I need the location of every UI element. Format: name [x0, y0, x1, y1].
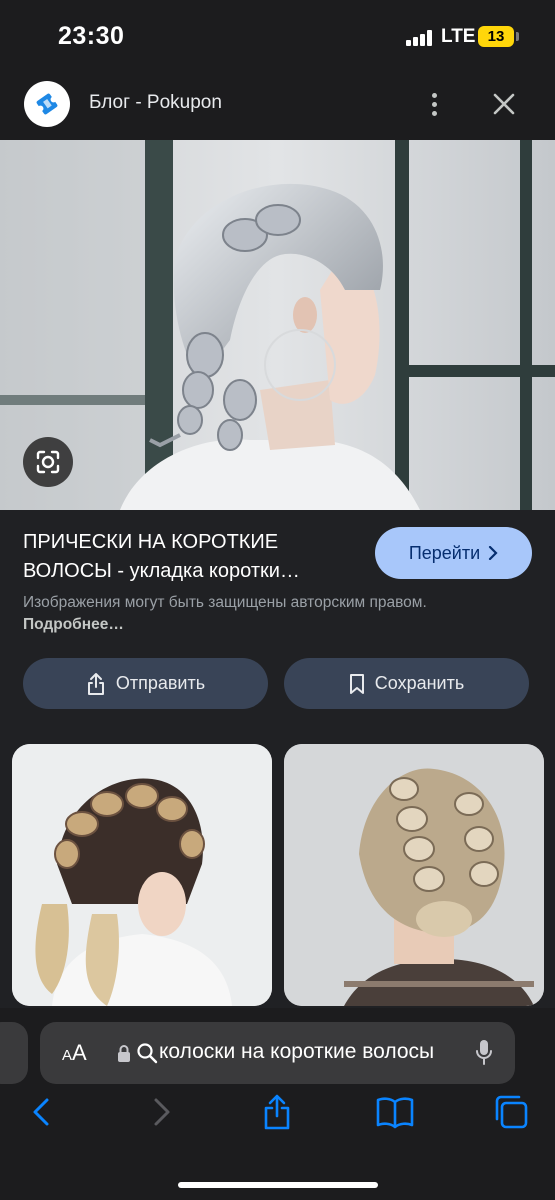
aa-big: A	[72, 1040, 87, 1065]
reader-options-button[interactable]: AA	[62, 1040, 87, 1066]
visit-button-label: Перейти	[408, 542, 481, 563]
clock: 23:30	[58, 22, 125, 50]
site-title[interactable]: Блог - Pokupon	[89, 92, 222, 114]
related-image[interactable]	[284, 744, 544, 1006]
bookmark-icon	[349, 673, 364, 694]
close-icon[interactable]	[490, 90, 518, 118]
tabs-icon[interactable]	[493, 1092, 533, 1132]
learn-more-link[interactable]: Подробнее…	[23, 616, 124, 633]
cellular-signal-icon	[406, 30, 434, 46]
lock-icon	[118, 1045, 130, 1062]
save-button[interactable]: Сохранить	[284, 658, 529, 709]
copyright-notice: Изображения могут быть защищены авторски…	[23, 592, 443, 636]
status-bar: 23:30 LTE 13	[0, 0, 555, 70]
address-query[interactable]: колоски на короткие волосы	[159, 1040, 456, 1064]
search-icon	[137, 1043, 158, 1064]
chevron-right-icon	[489, 546, 498, 560]
pokupon-ticket-icon[interactable]	[24, 81, 70, 127]
share-button[interactable]: Отправить	[23, 658, 268, 709]
more-options-icon[interactable]	[425, 90, 445, 120]
network-type: LTE	[441, 26, 476, 47]
google-lens-icon	[36, 450, 60, 474]
save-label: Сохранить	[374, 673, 465, 693]
share-icon[interactable]	[257, 1092, 297, 1132]
result-title[interactable]: ПРИЧЕСКИ НА КОРОТКИЕ ВОЛОСЫ - укладка ко…	[23, 528, 363, 586]
source-header: Блог - Pokupon	[0, 70, 555, 140]
battery-tip	[516, 32, 519, 41]
microphone-icon[interactable]	[475, 1038, 493, 1066]
address-bar[interactable]: AA колоски на короткие волосы	[40, 1022, 515, 1084]
bookmarks-book-icon[interactable]	[375, 1092, 415, 1132]
forward-arrow-icon[interactable]	[141, 1092, 181, 1132]
share-icon	[87, 672, 104, 695]
home-indicator[interactable]	[178, 1182, 378, 1188]
main-image[interactable]	[0, 140, 555, 510]
battery-level: 13	[487, 28, 505, 45]
aa-small: A	[62, 1047, 73, 1064]
back-arrow-icon[interactable]	[22, 1092, 62, 1132]
lens-search-button[interactable]	[23, 437, 73, 487]
copyright-text: Изображения могут быть защищены авторски…	[23, 594, 427, 611]
share-label: Отправить	[115, 673, 206, 693]
related-image[interactable]	[12, 744, 272, 1006]
visit-button[interactable]: Перейти	[375, 527, 532, 579]
previous-tab-preview[interactable]	[0, 1022, 28, 1084]
battery-icon: 13	[478, 26, 514, 47]
